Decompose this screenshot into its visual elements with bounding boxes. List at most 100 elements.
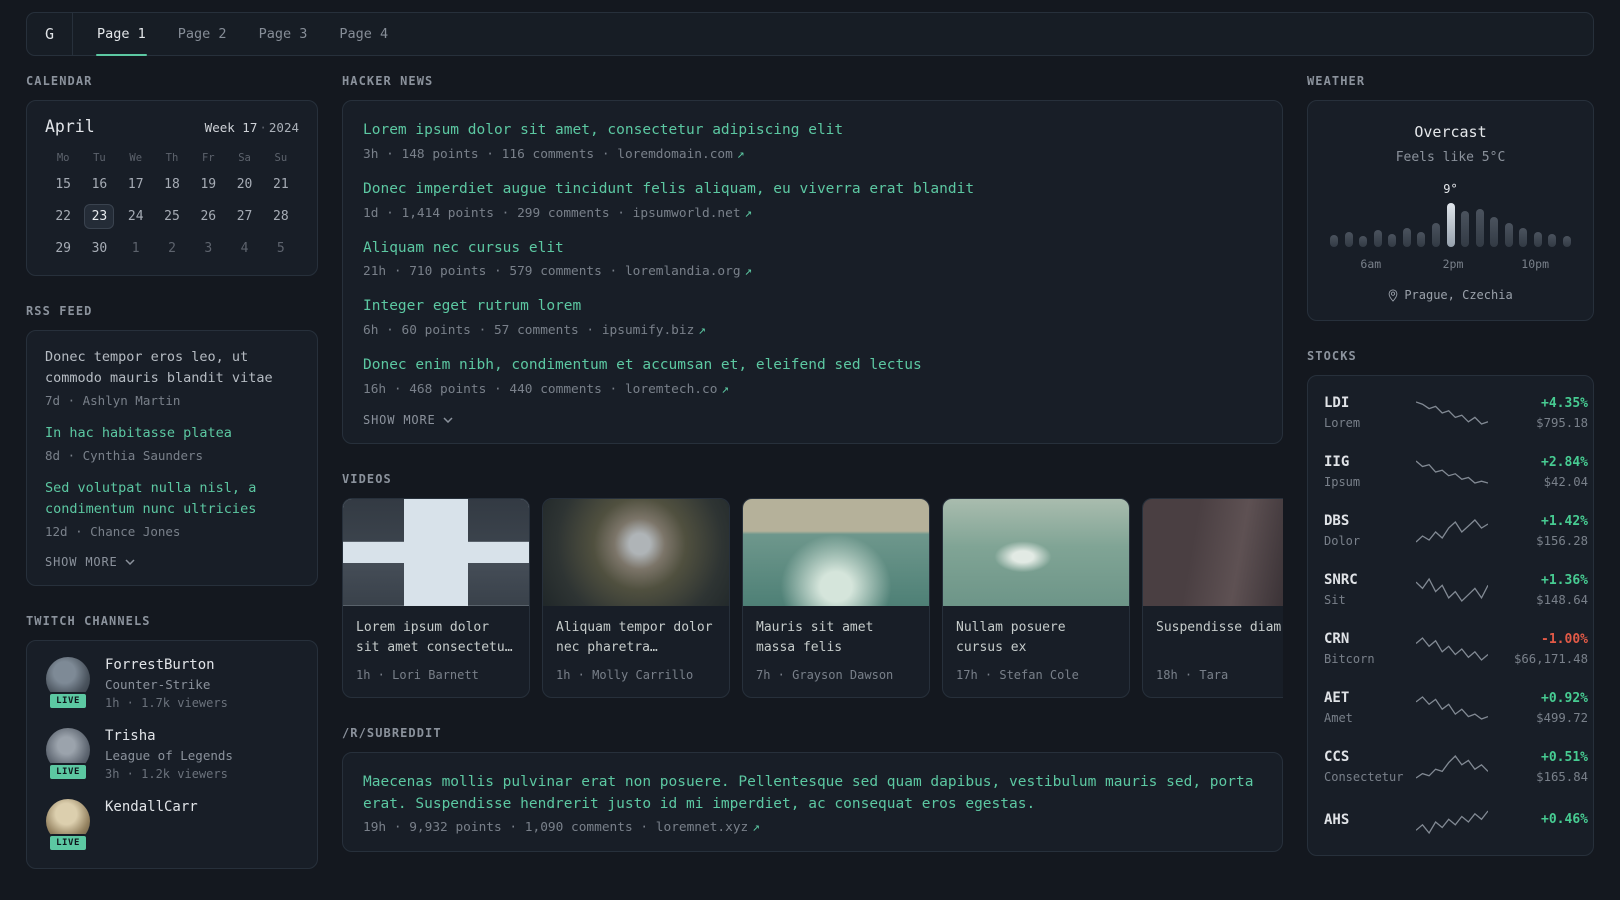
- hackernews-show-more-button[interactable]: SHOW MORE: [363, 413, 453, 427]
- calendar-date: 1: [131, 241, 140, 256]
- calendar-date: 2: [168, 241, 176, 256]
- stock-name: Ipsum: [1324, 475, 1361, 489]
- article-stats: 6h · 60 points · 57 comments ·: [363, 323, 602, 338]
- channel-name[interactable]: KendallCarr: [105, 799, 198, 815]
- video-title[interactable]: Aliquam tempor dolor nec pharetra…: [556, 618, 716, 659]
- twitch-channel-row[interactable]: LIVE KendallCarr: [45, 798, 299, 852]
- post-domain: loremnet.xyz: [655, 820, 749, 836]
- stock-ticker[interactable]: CCS: [1324, 749, 1408, 765]
- calendar-week: Week 17: [204, 120, 258, 135]
- stock-sparkline-wrap: [1416, 635, 1488, 663]
- stock-sparkline: [1416, 754, 1488, 779]
- stock-ticker[interactable]: SNRC: [1324, 572, 1408, 588]
- video-card[interactable]: Aliquam tempor dolor nec pharetra… 1h · …: [542, 497, 730, 698]
- rss-card: Donec tempor eros leo, ut commodo mauris…: [26, 330, 318, 586]
- rss-item-title[interactable]: Sed volutpat nulla nisl, a condimentum n…: [45, 478, 299, 520]
- video-thumbnail[interactable]: [543, 498, 729, 606]
- rss-item-title[interactable]: Donec tempor eros leo, ut commodo mauris…: [45, 347, 299, 389]
- stock-row[interactable]: AHS +0.46%: [1324, 796, 1588, 848]
- article-link[interactable]: Donec imperdiet augue tincidunt felis al…: [363, 179, 1262, 201]
- calendar-card: April Week 17 · 2024 Mo Tu We Th Fr Sa Su 15 16 17…: [26, 100, 318, 276]
- external-link-icon: ↗: [744, 205, 753, 221]
- rss-item-title[interactable]: In hac habitasse platea: [45, 423, 299, 444]
- video-card[interactable]: Mauris sit amet massa felis 7h · Grayson…: [742, 497, 930, 698]
- article-domain-link[interactable]: loremlandia.org ↗: [625, 264, 752, 279]
- video-card[interactable]: Nullam posuere cursus ex 17h · Stefan Co…: [942, 497, 1130, 698]
- article-domain-link[interactable]: ipsumworld.net ↗: [633, 206, 753, 221]
- twitch-channel-row[interactable]: LIVE Trisha League of Legends 3h · 1.2k …: [45, 727, 299, 781]
- stock-ticker[interactable]: CRN: [1324, 631, 1408, 647]
- page-tab[interactable]: Page 3: [246, 13, 321, 55]
- twitch-channel-row[interactable]: LIVE ForrestBurton Counter-Strike 1h · 1…: [45, 656, 299, 710]
- video-meta: 18h · Tara: [1156, 667, 1229, 682]
- calendar-day-header: Mo: [56, 152, 70, 164]
- stock-ticker[interactable]: DBS: [1324, 513, 1408, 529]
- rss-item: In hac habitasse platea 8d · Cynthia Sau…: [45, 423, 299, 463]
- post-domain-link[interactable]: loremnet.xyz ↗: [656, 820, 760, 835]
- article-meta: 3h · 148 points · 116 comments · loremdo…: [363, 147, 1262, 162]
- article-domain-link[interactable]: loremtech.co ↗: [625, 382, 729, 397]
- calendar-date: 26: [200, 209, 217, 224]
- calendar-date: 23: [84, 204, 115, 229]
- video-thumbnail[interactable]: [343, 498, 529, 606]
- post-link[interactable]: Maecenas mollis pulvinar erat non posuer…: [363, 772, 1262, 816]
- stock-sparkline-wrap: [1416, 753, 1488, 781]
- calendar-date: 3: [204, 241, 213, 256]
- video-thumbnail[interactable]: [743, 498, 929, 606]
- calendar-date: 15: [55, 177, 71, 192]
- stock-sparkline-wrap: [1416, 458, 1488, 486]
- article-domain-link[interactable]: ipsumify.biz ↗: [602, 323, 706, 338]
- channel-name[interactable]: ForrestBurton: [105, 657, 228, 673]
- stock-change: +1.42%: [1541, 513, 1588, 529]
- stock-row[interactable]: SNRC Sit +1.36% $148.64: [1324, 560, 1588, 619]
- weather-bar: [1563, 236, 1571, 247]
- channel-info: Trisha League of Legends 3h · 1.2k viewe…: [105, 728, 233, 781]
- video-thumbnail[interactable]: [1143, 498, 1283, 606]
- video-title[interactable]: Mauris sit amet massa felis: [756, 618, 916, 659]
- video-body: Mauris sit amet massa felis 7h · Grayson…: [743, 606, 929, 697]
- weather-peak-temp: 9°: [1443, 182, 1458, 196]
- page-tab[interactable]: Page 4: [326, 13, 401, 55]
- left-column: CALENDAR April Week 17 · 2024 Mo Tu We Th Fr Sa…: [26, 74, 318, 869]
- live-badge: LIVE: [48, 833, 88, 852]
- stock-row[interactable]: LDI Lorem +4.35% $795.18: [1324, 383, 1588, 442]
- twitch-card: LIVE ForrestBurton Counter-Strike 1h · 1…: [26, 639, 318, 869]
- weather-feels-like: Feels like 5°C: [1395, 150, 1506, 165]
- article-domain-link[interactable]: loremdomain.com ↗: [617, 147, 744, 162]
- rss-show-more-button[interactable]: SHOW MORE: [45, 555, 135, 569]
- video-meta: 7h · Grayson Dawson: [756, 667, 894, 682]
- stock-row[interactable]: IIG Ipsum +2.84% $42.04: [1324, 442, 1588, 501]
- stock-row[interactable]: CRN Bitcorn -1.00% $66,171.48: [1324, 619, 1588, 678]
- weather-widget: WEATHER Overcast Feels like 5°C 9° 6am 2…: [1307, 74, 1594, 321]
- stock-ticker[interactable]: AET: [1324, 690, 1408, 706]
- video-card[interactable]: Lorem ipsum dolor sit amet consectetu… 1…: [342, 497, 530, 698]
- video-card[interactable]: Suspendisse diam 18h · Tara: [1142, 497, 1283, 698]
- dashboard-page: G Page 1 Page 2 Page 3 Page 4 CALENDAR Apri…: [0, 0, 1620, 869]
- middle-column: HACKER NEWS Lorem ipsum dolor sit amet, …: [342, 74, 1283, 853]
- stock-name: Dolor: [1324, 534, 1361, 548]
- stock-row[interactable]: CCS Consectetur +0.51% $165.84: [1324, 737, 1588, 796]
- video-title[interactable]: Lorem ipsum dolor sit amet consectetu…: [356, 618, 516, 659]
- channel-game[interactable]: Counter-Strike: [105, 677, 228, 692]
- stock-ticker[interactable]: LDI: [1324, 395, 1408, 411]
- channel-game[interactable]: League of Legends: [105, 748, 233, 763]
- video-thumbnail[interactable]: [943, 498, 1129, 606]
- stock-row[interactable]: AET Amet +0.92% $499.72: [1324, 678, 1588, 737]
- weather-bar: [1548, 234, 1557, 247]
- article-link[interactable]: Integer eget rutrum lorem: [363, 296, 1262, 318]
- article-domain: loremdomain.com: [617, 146, 733, 162]
- page-tab[interactable]: Page 1: [84, 13, 159, 56]
- article-link[interactable]: Lorem ipsum dolor sit amet, consectetur …: [363, 120, 1262, 142]
- video-title[interactable]: Nullam posuere cursus ex: [956, 618, 1116, 659]
- stock-left: CRN Bitcorn: [1324, 631, 1408, 666]
- article-link[interactable]: Aliquam nec cursus elit: [363, 238, 1262, 260]
- calendar-dates-grid: 15 16 17 18 19 20 21 22 23 24 25 26 27 28 29 30 1 2 3 4 5: [45, 172, 299, 261]
- stock-ticker[interactable]: IIG: [1324, 454, 1408, 470]
- video-title[interactable]: Suspendisse diam: [1156, 618, 1283, 659]
- app-logo[interactable]: G: [27, 13, 73, 55]
- stock-row[interactable]: DBS Dolor +1.42% $156.28: [1324, 501, 1588, 560]
- article-link[interactable]: Donec enim nibh, condimentum et accumsan…: [363, 355, 1262, 377]
- page-tab[interactable]: Page 2: [165, 13, 240, 55]
- channel-name[interactable]: Trisha: [105, 728, 233, 744]
- stock-ticker[interactable]: AHS: [1324, 812, 1408, 828]
